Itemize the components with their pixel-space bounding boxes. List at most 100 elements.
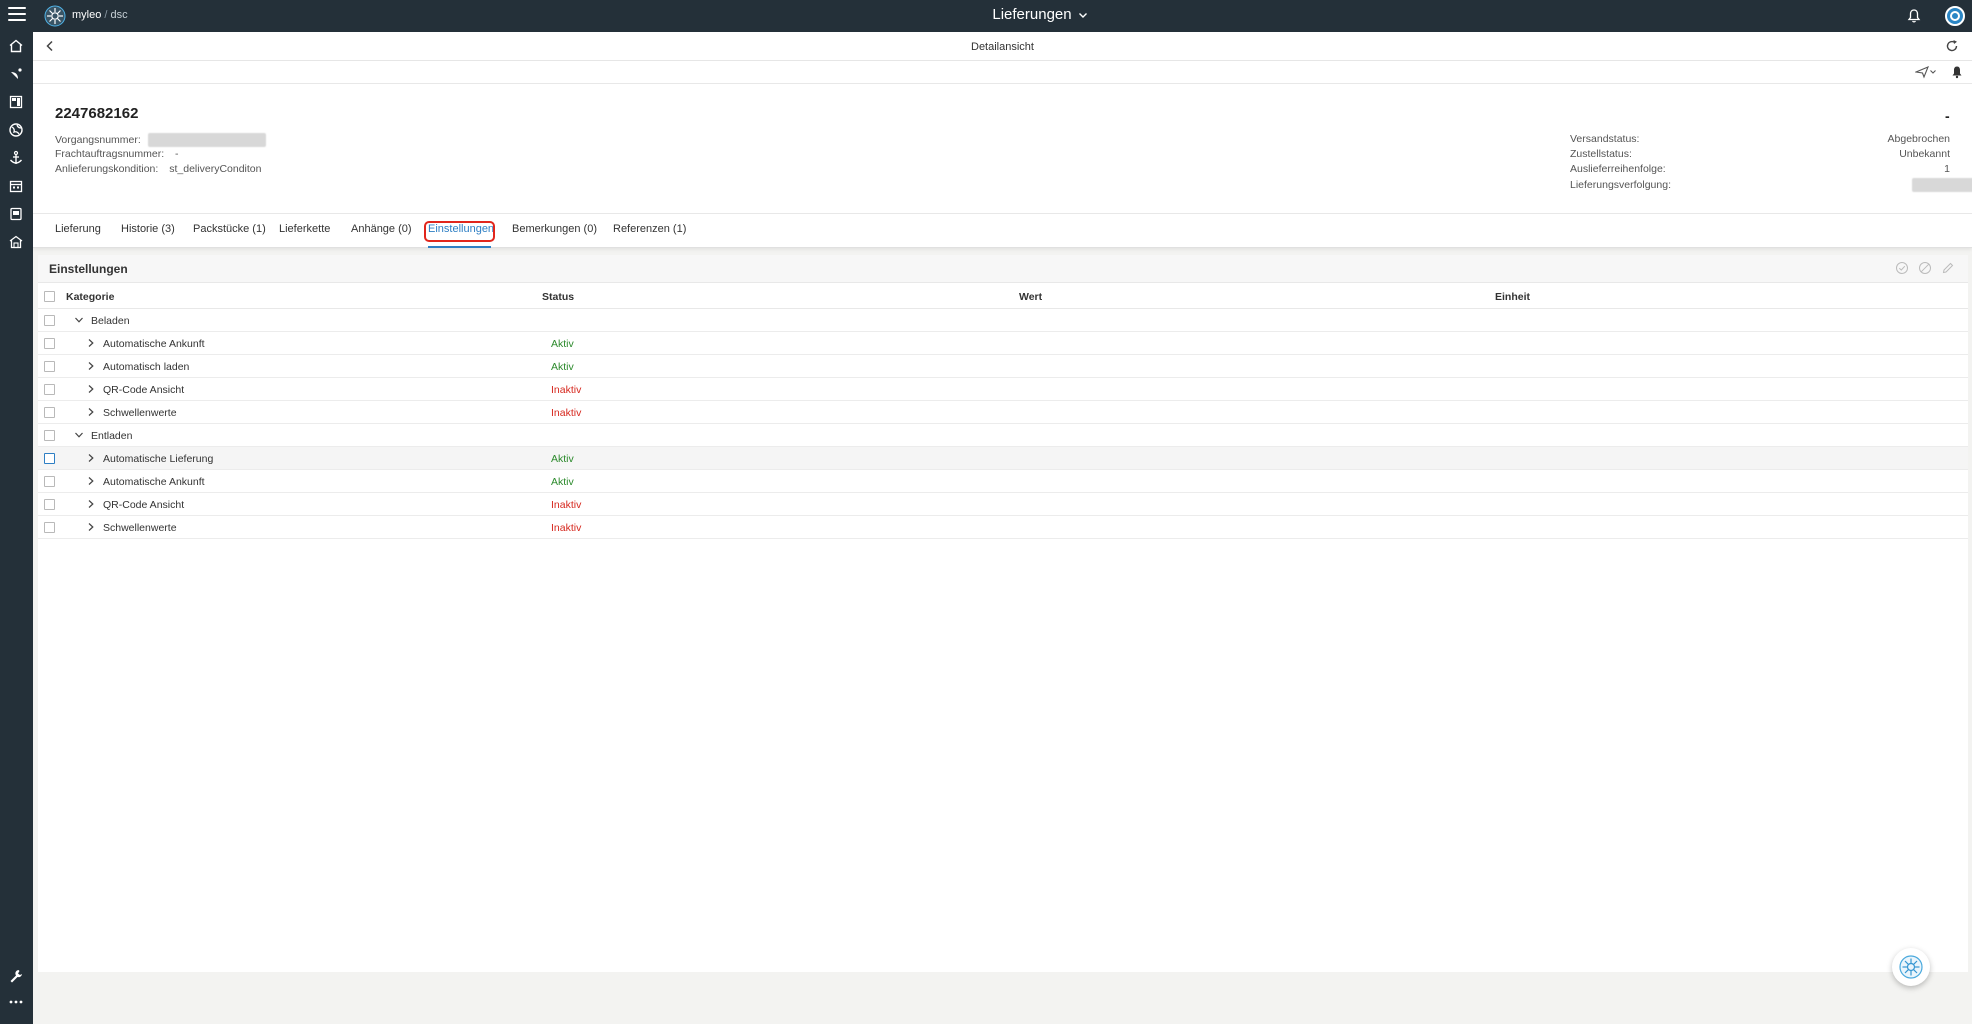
menu-icon[interactable] (8, 7, 26, 23)
chevron-right-icon[interactable] (86, 499, 96, 509)
delivery-header-card: 2247682162 - Vorgangsnummer: Frachtauftr… (33, 84, 1972, 214)
edit-pencil-icon[interactable] (1941, 261, 1955, 275)
info-row-lieferungsverfolgung: Lieferungsverfolgung: (1570, 178, 1972, 192)
home-icon[interactable] (8, 38, 24, 54)
status-badge: Aktiv (551, 476, 574, 488)
info-label: Lieferungsverfolgung: (1570, 179, 1671, 191)
setting-name: QR-Code Ansicht (103, 384, 185, 396)
row-checkbox[interactable] (44, 430, 55, 441)
panel-title: Einstellungen (49, 262, 128, 276)
column-header-wert[interactable]: Wert (1019, 291, 1042, 303)
calendar-icon[interactable] (8, 178, 24, 194)
info-label: Frachtauftragsnummer: (55, 148, 165, 160)
group-label: Beladen (91, 315, 130, 327)
bell-icon[interactable] (1950, 65, 1964, 79)
chevron-right-icon[interactable] (86, 407, 96, 417)
table-row[interactable]: Schwellenwerte Inaktiv (38, 516, 1968, 539)
setting-name: Schwellenwerte (103, 407, 177, 419)
app-title-dropdown[interactable]: Lieferungen (940, 6, 1140, 23)
anchor-icon[interactable] (8, 150, 24, 166)
redacted-value (147, 133, 266, 147)
info-row-auslieferreihenfolge: Auslieferreihenfolge: 1 (1570, 163, 1950, 175)
info-value: Unbekannt (1899, 148, 1950, 160)
status-badge: Aktiv (551, 338, 574, 350)
row-checkbox[interactable] (44, 522, 55, 533)
table-row[interactable]: QR-Code Ansicht Inaktiv (38, 378, 1968, 401)
send-dropdown-icon[interactable] (1915, 65, 1937, 79)
active-tab-highlight (424, 221, 495, 242)
chevron-down-icon (1078, 12, 1087, 18)
page-title: Detailansicht (971, 41, 1034, 53)
tab-bemerkungen[interactable]: Bemerkungen (0) (512, 223, 597, 235)
tab-packstuecke[interactable]: Packstücke (1) (193, 223, 266, 235)
row-checkbox[interactable] (44, 407, 55, 418)
table-row[interactable]: Automatische Ankunft Aktiv (38, 332, 1968, 355)
table-row[interactable]: QR-Code Ansicht Inaktiv (38, 493, 1968, 516)
row-checkbox[interactable] (44, 384, 55, 395)
table-row[interactable]: Automatische Lieferung Aktiv (38, 447, 1968, 470)
table-row[interactable]: Schwellenwerte Inaktiv (38, 401, 1968, 424)
check-circle-icon[interactable] (1895, 261, 1909, 275)
table-row[interactable]: Automatische Ankunft Aktiv (38, 470, 1968, 493)
globe-icon[interactable] (8, 122, 24, 138)
myleo-logo-icon[interactable] (44, 5, 66, 27)
group-row-entladen[interactable]: Entladen (38, 424, 1968, 447)
brand-sub: dsc (110, 9, 128, 21)
row-checkbox[interactable] (44, 361, 55, 372)
setting-name: Automatische Lieferung (103, 453, 214, 465)
info-value: 1 (1944, 163, 1950, 175)
panel-header: Einstellungen (38, 255, 1968, 283)
tab-bar: Lieferung Historie (3) Packstücke (1) Li… (33, 214, 1972, 248)
setting-name: Schwellenwerte (103, 522, 177, 534)
info-label: Vorgangsnummer: (55, 133, 141, 146)
column-header-status[interactable]: Status (542, 291, 574, 303)
chevron-down-icon[interactable] (74, 315, 84, 325)
notification-bell-icon[interactable] (1906, 8, 1922, 24)
status-badge: Inaktiv (551, 522, 582, 534)
active-tab-underline (428, 246, 491, 248)
row-checkbox[interactable] (44, 315, 55, 326)
warehouse-icon[interactable] (8, 234, 24, 250)
refresh-icon[interactable] (1945, 39, 1959, 53)
info-row-anlieferungskondition: Anlieferungskondition: st_deliveryCondit… (55, 163, 261, 175)
brand-separator: / (104, 9, 108, 21)
column-header-einheit[interactable]: Einheit (1495, 291, 1530, 303)
table-row[interactable]: Automatisch laden Aktiv (38, 355, 1968, 378)
redacted-tracking-link[interactable] (1912, 178, 1972, 192)
row-checkbox[interactable] (44, 338, 55, 349)
tab-referenzen[interactable]: Referenzen (1) (613, 223, 686, 235)
status-badge: Inaktiv (551, 499, 582, 511)
tab-historie[interactable]: Historie (3) (121, 223, 175, 235)
chevron-right-icon[interactable] (86, 361, 96, 371)
tab-anhaenge[interactable]: Anhänge (0) (351, 223, 412, 235)
tab-lieferkette[interactable]: Lieferkette (279, 223, 330, 235)
user-avatar[interactable] (1945, 6, 1965, 26)
header-status-dash: - (1945, 108, 1950, 124)
more-icon[interactable] (8, 994, 24, 1010)
satellite-icon[interactable] (8, 66, 24, 82)
wrench-icon[interactable] (8, 968, 24, 984)
chevron-right-icon[interactable] (86, 338, 96, 348)
chevron-right-icon[interactable] (86, 384, 96, 394)
app-title: Lieferungen (992, 6, 1072, 23)
row-checkbox[interactable] (44, 499, 55, 510)
select-all-checkbox[interactable] (44, 291, 55, 302)
dashboard-icon[interactable] (8, 94, 24, 110)
sub-header: Detailansicht (33, 32, 1972, 61)
tab-lieferung[interactable]: Lieferung (55, 223, 101, 235)
row-checkbox[interactable] (44, 476, 55, 487)
chevron-right-icon[interactable] (86, 522, 96, 532)
chevron-right-icon[interactable] (86, 453, 96, 463)
row-checkbox[interactable] (44, 453, 55, 464)
block-icon[interactable] (1918, 261, 1932, 275)
scanner-icon[interactable] (8, 206, 24, 222)
assistant-fab-button[interactable] (1892, 948, 1930, 986)
status-badge: Inaktiv (551, 407, 582, 419)
chevron-right-icon[interactable] (86, 476, 96, 486)
group-row-beladen[interactable]: Beladen (38, 309, 1968, 332)
column-header-kategorie[interactable]: Kategorie (66, 291, 114, 303)
chevron-down-icon[interactable] (74, 430, 84, 440)
info-row-zustellstatus: Zustellstatus: Unbekannt (1570, 148, 1950, 160)
info-row-vorgangsnummer: Vorgangsnummer: (55, 133, 266, 147)
status-badge: Aktiv (551, 361, 574, 373)
